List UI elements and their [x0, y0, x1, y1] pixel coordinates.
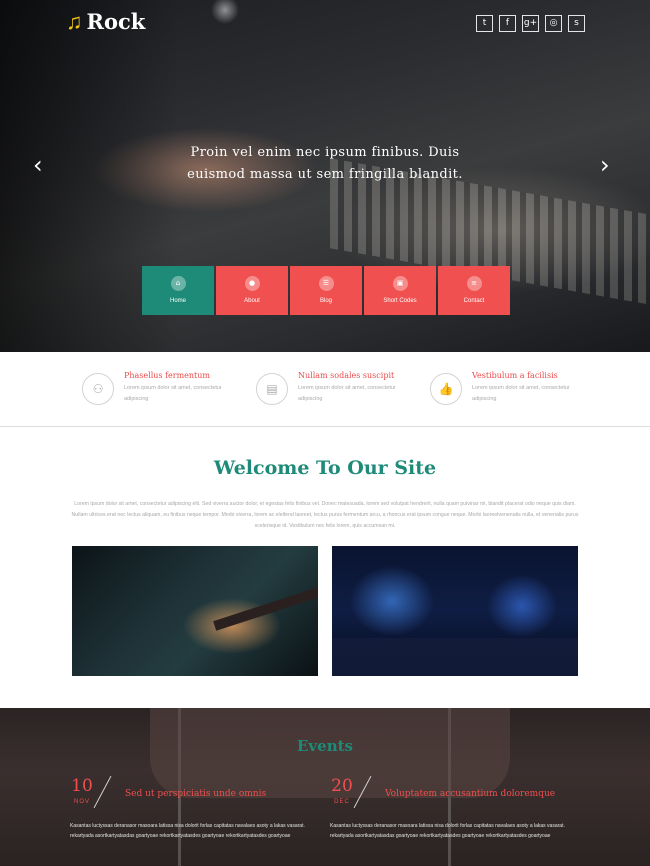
event-day: 20 [331, 776, 353, 796]
site-name: Rock [86, 9, 146, 34]
band-photo [332, 546, 578, 676]
guitar-neck [213, 587, 318, 631]
twitter-icon[interactable]: t [476, 15, 493, 32]
chevron-right-icon[interactable]: › [600, 152, 610, 178]
event-month: NOV [73, 799, 90, 805]
guitarist-photo [72, 546, 318, 676]
menu-item-blog[interactable]: ☰ Blog [290, 266, 362, 315]
welcome-text: Lorem ipsum dolor sit amet, consectetur … [71, 501, 579, 529]
menu-label: Contact [463, 298, 485, 304]
list-icon: ☰ [318, 276, 334, 291]
feature-item: 👍 Vestibulum a facilisis Lorem ipsum dol… [430, 368, 610, 408]
main-menu: ⌂ Home ● About ☰ Blog ▣ Short Codes ≡ Co… [142, 266, 510, 315]
feature-text: Lorem ipsum dolor sit amet, consectetur … [472, 385, 570, 402]
menu-item-home[interactable]: ⌂ Home [142, 266, 214, 315]
social-links: t f g+ ◎ s [476, 15, 585, 32]
feature-item: ⚇ Phasellus fermentum Lorem ipsum dolor … [82, 368, 262, 408]
music-note-icon: ♫ [66, 9, 83, 34]
menu-item-contact[interactable]: ≡ Contact [438, 266, 510, 315]
hero-slider: ♫ Rock t f g+ ◎ s ‹ › Proin vel enim nec… [0, 0, 650, 352]
google-plus-icon[interactable]: g+ [522, 15, 539, 32]
hero-caption: Proin vel enim nec ipsum finibus. Duis e… [187, 145, 463, 182]
home-icon: ⌂ [170, 276, 186, 291]
event-text: Kasantas luctyssas deranasor masoara lat… [330, 823, 565, 839]
feature-text: Lorem ipsum dolor sit amet, consectetur … [298, 385, 396, 402]
menu-item-about[interactable]: ● About [216, 266, 288, 315]
page: ♫ Rock t f g+ ◎ s ‹ › Proin vel enim nec… [0, 0, 650, 866]
skype-icon[interactable]: s [568, 15, 585, 32]
feature-title[interactable]: Vestibulum a facilisis [472, 371, 558, 381]
welcome-section: Welcome To Our Site Lorem ipsum dolor si… [0, 428, 650, 708]
users-icon: ⚇ [82, 373, 114, 405]
film-icon: ▤ [256, 373, 288, 405]
events-section: Events [0, 708, 650, 866]
feature-item: ▤ Nullam sodales suscipit Lorem ipsum do… [256, 368, 436, 408]
facebook-icon[interactable]: f [499, 15, 516, 32]
image-icon: ▣ [392, 276, 408, 291]
event-month: DEC [334, 799, 350, 805]
feature-text: Lorem ipsum dolor sit amet, consectetur … [124, 385, 222, 402]
menu-label: Short Codes [383, 298, 417, 304]
dribbble-icon[interactable]: ◎ [545, 15, 562, 32]
stage [332, 638, 578, 676]
event-day: 10 [71, 776, 93, 796]
site-logo[interactable]: ♫ Rock [66, 10, 145, 34]
menu-label: Home [169, 298, 186, 304]
menu-item-short-codes[interactable]: ▣ Short Codes [364, 266, 436, 315]
user-icon: ● [244, 276, 260, 291]
envelope-icon: ≡ [466, 276, 482, 291]
event-title[interactable]: Sed ut perspiciatis unde omnis [125, 789, 266, 800]
feature-title[interactable]: Phasellus fermentum [124, 371, 210, 381]
event-text: Kasantas luctyssas deranasor masoara lat… [70, 823, 305, 839]
menu-label: About [244, 298, 260, 304]
welcome-title: Welcome To Our Site [213, 457, 437, 479]
feature-title[interactable]: Nullam sodales suscipit [298, 371, 394, 381]
event-title[interactable]: Voluptatem accusantium doloremque [385, 789, 555, 800]
features-strip: ⚇ Phasellus fermentum Lorem ipsum dolor … [0, 352, 650, 427]
events-title: Events [297, 737, 353, 755]
menu-label: Blog [319, 298, 332, 304]
chevron-left-icon[interactable]: ‹ [33, 152, 43, 178]
thumbs-up-icon: 👍 [430, 373, 462, 405]
